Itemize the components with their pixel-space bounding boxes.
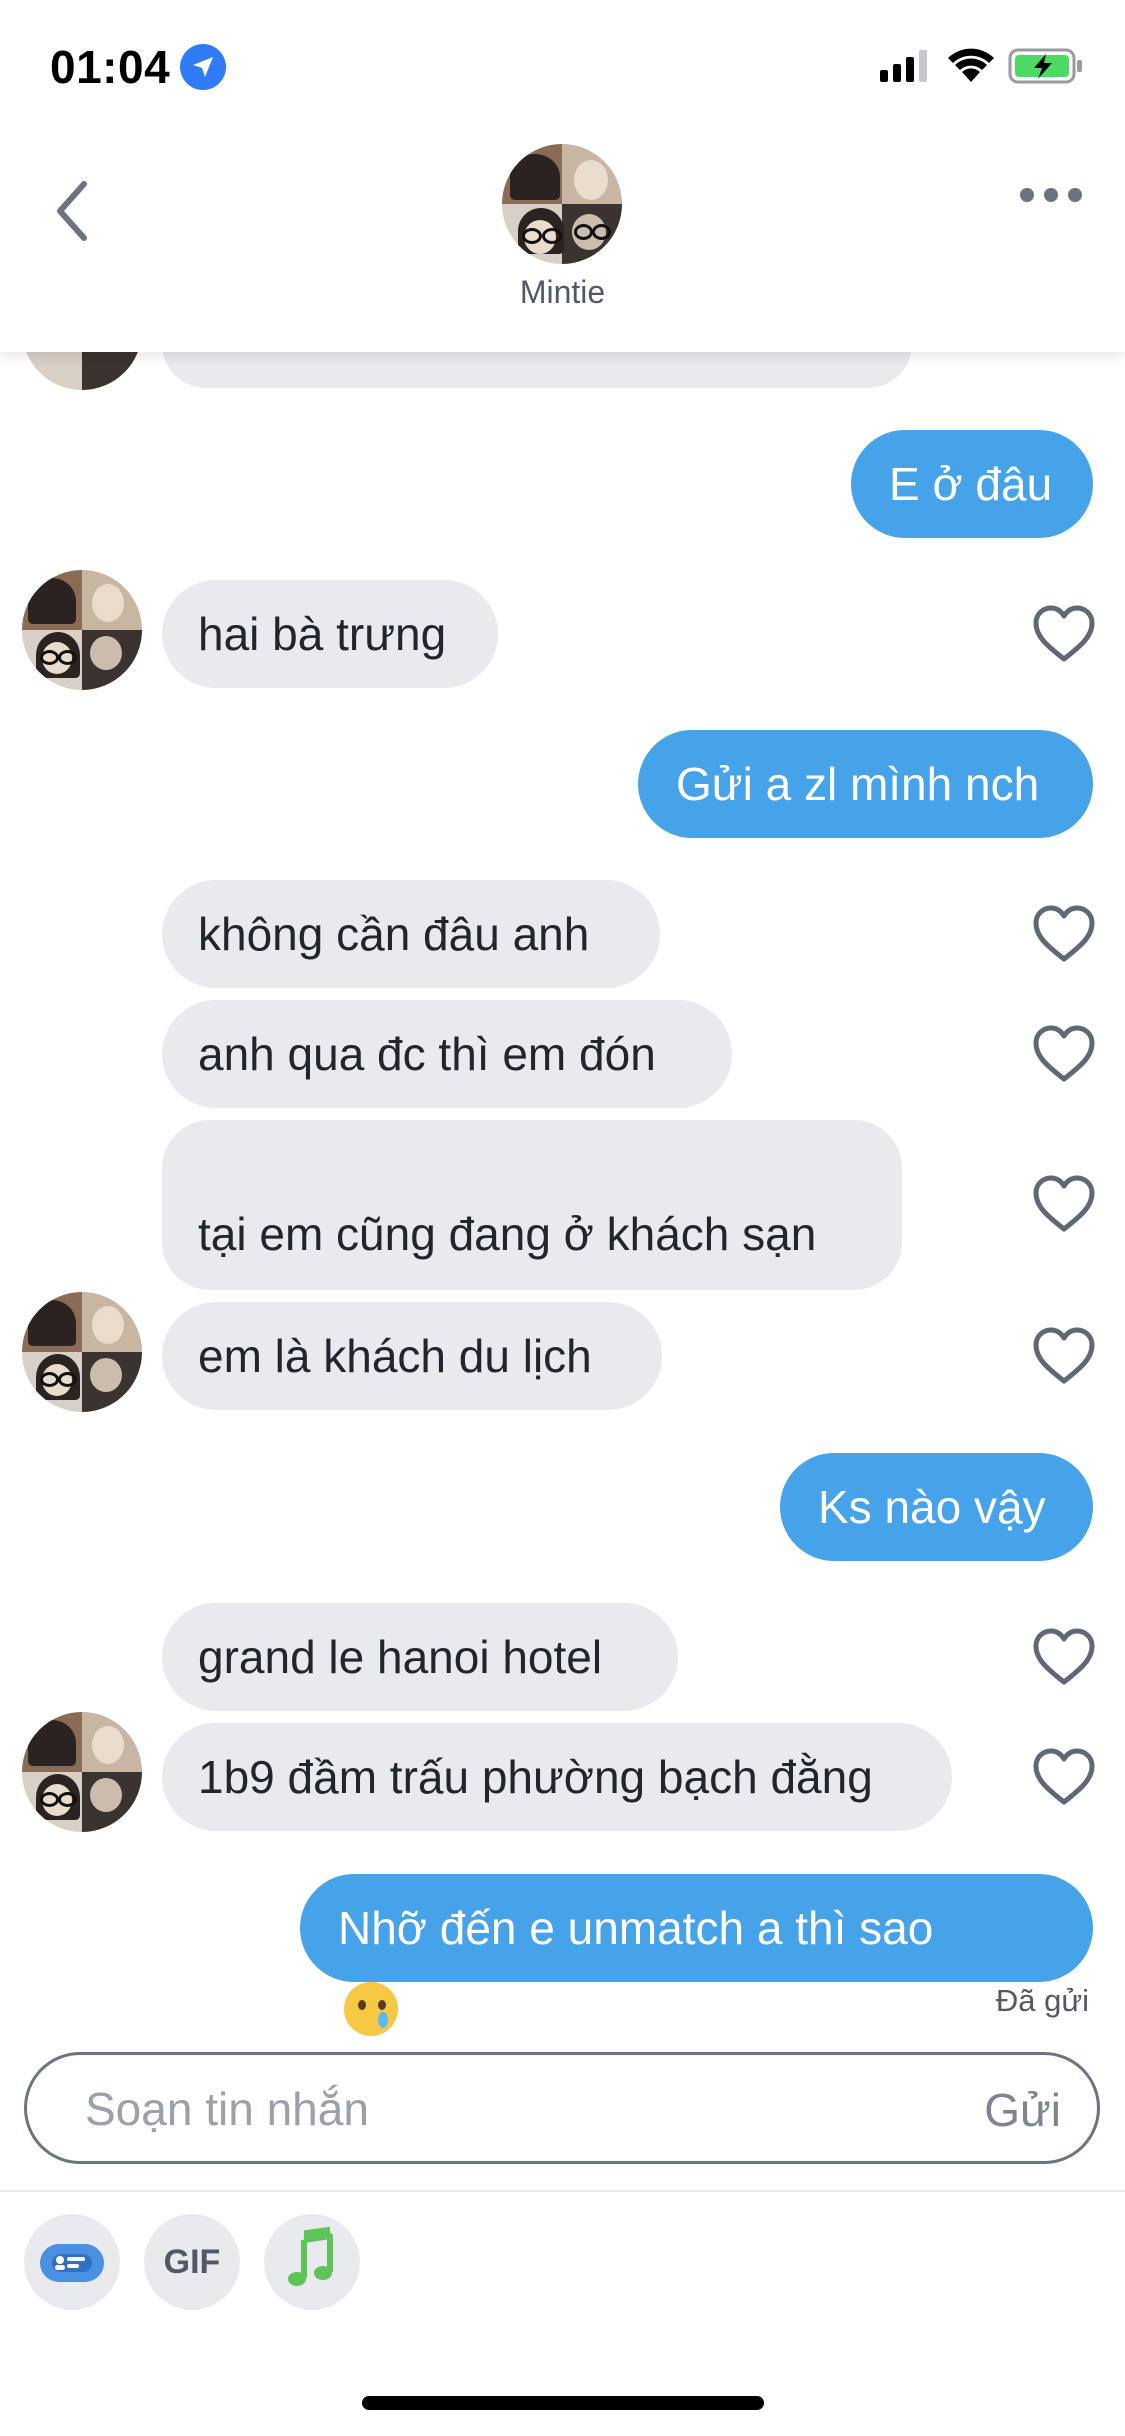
more-options-icon[interactable] — [1018, 180, 1084, 210]
heart-like-icon[interactable] — [1032, 1628, 1096, 1686]
message-bubble-outgoing: E ở đâu — [851, 430, 1093, 538]
music-note-icon — [288, 2226, 333, 2286]
message-bubble-incoming: em là khách du lịch — [162, 1302, 662, 1410]
message-bubble-outgoing: Ks nào vậy — [780, 1453, 1093, 1561]
message-bubble-incoming: tại em cũng đang ở khách sạn — [162, 1120, 902, 1290]
chat-header: Mintie — [0, 140, 1125, 352]
contact-card-button[interactable] — [24, 2214, 120, 2310]
message-bubble-incoming: không cần đâu anh — [162, 880, 660, 988]
contact-avatar-small[interactable] — [22, 1712, 142, 1832]
toolbar-divider — [0, 2190, 1125, 2192]
message-bubble-incoming: hai bà trưng — [162, 580, 498, 688]
contact-avatar-small[interactable] — [22, 570, 142, 690]
message-input[interactable] — [83, 2073, 907, 2145]
contact-name[interactable]: Mintie — [0, 274, 1125, 311]
contact-avatar[interactable] — [502, 144, 622, 264]
send-button[interactable]: Gửi — [984, 2083, 1061, 2137]
heart-like-icon[interactable] — [1032, 905, 1096, 963]
heart-like-icon[interactable] — [1032, 1327, 1096, 1385]
gif-button[interactable]: GIF — [144, 2214, 240, 2310]
crying-face-emoji-icon — [344, 1982, 398, 2036]
wifi-icon — [948, 48, 994, 82]
message-composer: Gửi — [24, 2052, 1100, 2164]
back-chevron-icon[interactable] — [48, 176, 98, 246]
heart-like-icon[interactable] — [1032, 1025, 1096, 1083]
heart-like-icon[interactable] — [1032, 1175, 1096, 1233]
message-bubble-incoming: 1b9 đầm trấu phường bạch đằng — [162, 1723, 952, 1831]
contact-avatar-small[interactable] — [22, 1292, 142, 1412]
heart-like-icon[interactable] — [1032, 1748, 1096, 1806]
heart-like-icon[interactable] — [1032, 605, 1096, 663]
id-card-icon — [40, 2244, 104, 2282]
status-time: 01:04 — [50, 41, 171, 93]
message-bubble-outgoing: Gửi a zl mình nch — [638, 730, 1093, 838]
cellular-signal-icon — [880, 50, 927, 82]
message-bubble-outgoing: Nhỡ đến e unmatch a thì sao — [300, 1874, 1093, 2036]
sent-status: Đã gửi — [995, 1983, 1089, 2018]
home-indicator — [362, 2396, 764, 2410]
status-bar: 01:04 — [0, 0, 1125, 140]
message-bubble-incoming: anh qua đc thì em đón — [162, 1000, 732, 1108]
location-arrow-icon — [180, 44, 226, 90]
battery-charging-icon — [1008, 48, 1082, 84]
message-bubble-incoming: grand le hanoi hotel — [162, 1603, 678, 1711]
music-button[interactable] — [264, 2214, 360, 2310]
